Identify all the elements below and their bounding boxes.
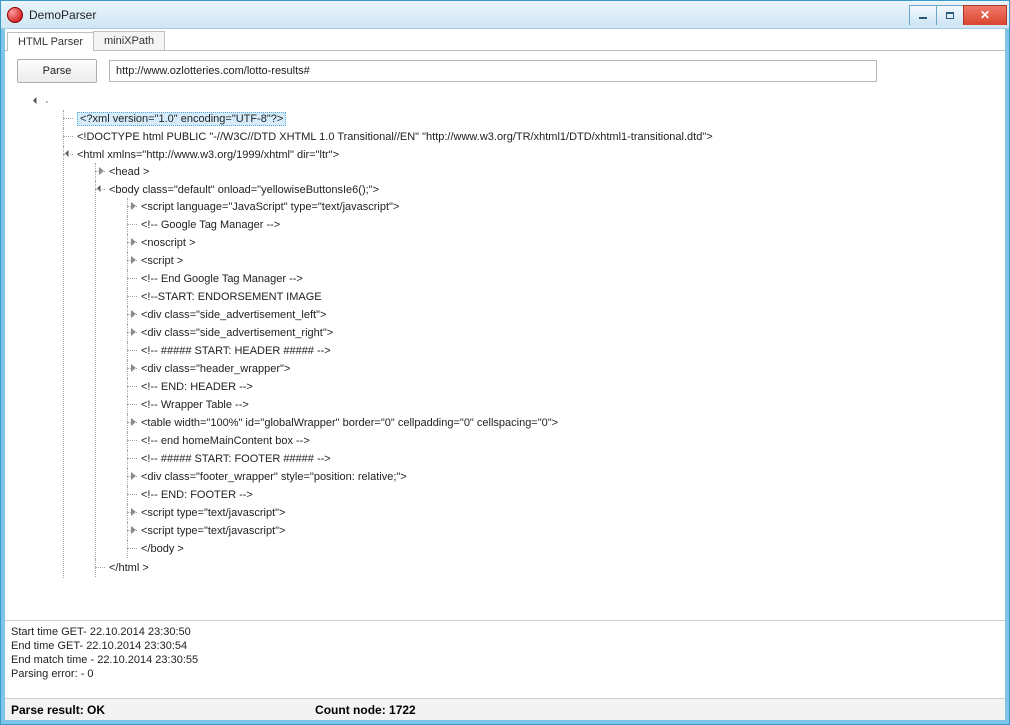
maximize-button[interactable] (936, 5, 964, 25)
expander-icon[interactable] (129, 328, 139, 338)
window-title: DemoParser (29, 8, 910, 22)
expander-icon[interactable] (129, 418, 139, 428)
app-window: DemoParser ✕ HTML Parser miniXPath Parse… (0, 0, 1010, 725)
tree-node[interactable]: <table width="100%" id="globalWrapper" b… (141, 417, 558, 429)
expander-icon[interactable] (129, 508, 139, 518)
titlebar[interactable]: DemoParser ✕ (1, 1, 1009, 29)
expander-icon[interactable] (129, 238, 139, 248)
toolbar: Parse http://www.ozlotteries.com/lotto-r… (5, 51, 1005, 89)
expander-icon[interactable] (65, 150, 75, 160)
tree-node[interactable]: <!-- ##### START: HEADER ##### --> (141, 345, 331, 357)
tree-view[interactable]: · <?xml version="1.0" encoding="UTF-8"?>… (5, 89, 1005, 620)
tab-html-parser[interactable]: HTML Parser (7, 32, 94, 51)
window-buttons: ✕ (910, 5, 1007, 25)
tree-node[interactable]: <!-- Google Tag Manager --> (141, 219, 280, 231)
tab-strip: HTML Parser miniXPath (5, 29, 1005, 51)
url-input[interactable]: http://www.ozlotteries.com/lotto-results… (109, 60, 877, 82)
tree-node[interactable]: <script type="text/javascript"> (141, 525, 285, 537)
tree-node[interactable]: <script type="text/javascript"> (141, 507, 285, 519)
log-output[interactable]: Start time GET- 22.10.2014 23:30:50 End … (5, 620, 1005, 698)
expander-icon[interactable] (97, 167, 107, 177)
status-count-node: Count node: 1722 (315, 703, 416, 717)
expander-icon[interactable] (97, 185, 107, 195)
tree-node[interactable]: <head > (109, 166, 149, 178)
expander-icon[interactable] (129, 526, 139, 536)
expander-icon[interactable] (129, 364, 139, 374)
client-area: HTML Parser miniXPath Parse http://www.o… (1, 29, 1009, 724)
tree-node[interactable]: <div class="side_advertisement_right"> (141, 327, 333, 339)
log-line: End time GET- 22.10.2014 23:30:54 (11, 639, 999, 653)
tree-node[interactable]: <noscript > (141, 237, 195, 249)
tree-node[interactable]: <!-- ##### START: FOOTER ##### --> (141, 453, 331, 465)
tree-node[interactable]: </html > (109, 562, 149, 574)
tree-node[interactable]: <html xmlns="http://www.w3.org/1999/xhtm… (77, 149, 339, 161)
close-icon: ✕ (980, 9, 990, 21)
tree-node[interactable]: <!DOCTYPE html PUBLIC "-//W3C//DTD XHTML… (77, 131, 713, 143)
expander-icon[interactable] (129, 472, 139, 482)
tree-node[interactable]: <body class="default" onload="yellowiseB… (109, 184, 379, 196)
app-icon (7, 7, 23, 23)
expander-icon[interactable] (129, 310, 139, 320)
tree-node[interactable]: <!-- END: FOOTER --> (141, 489, 253, 501)
tree-node[interactable]: <!-- end homeMainContent box --> (141, 435, 310, 447)
minimize-button[interactable] (909, 5, 937, 25)
log-line: Parsing error: - 0 (11, 667, 999, 681)
log-line: End match time - 22.10.2014 23:30:55 (11, 653, 999, 667)
tree-node[interactable]: <script > (141, 255, 183, 267)
minimize-icon (919, 17, 927, 19)
tree-node[interactable]: <div class="footer_wrapper" style="posit… (141, 471, 407, 483)
tree-node[interactable]: <!-- Wrapper Table --> (141, 399, 249, 411)
close-button[interactable]: ✕ (963, 5, 1007, 25)
expander-icon[interactable] (129, 202, 139, 212)
tree-node[interactable]: <!--START: ENDORSEMENT IMAGE (141, 291, 322, 303)
tree-node[interactable]: <div class="side_advertisement_left"> (141, 309, 326, 321)
tree-node[interactable]: <!-- End Google Tag Manager --> (141, 273, 303, 285)
tree-node[interactable]: <!-- END: HEADER --> (141, 381, 253, 393)
expander-icon[interactable] (33, 97, 43, 107)
tree-node[interactable]: <script language="JavaScript" type="text… (141, 201, 399, 213)
log-line: Start time GET- 22.10.2014 23:30:50 (11, 625, 999, 639)
tree-node[interactable]: <div class="header_wrapper"> (141, 363, 290, 375)
tree-node[interactable]: <?xml version="1.0" encoding="UTF-8"?> (77, 112, 286, 126)
tree-root[interactable]: · (45, 96, 49, 108)
tab-minixpath[interactable]: miniXPath (93, 31, 165, 50)
status-bar: Parse result: OK Count node: 1722 (5, 698, 1005, 720)
status-parse-result: Parse result: OK (11, 703, 105, 717)
parse-button[interactable]: Parse (17, 59, 97, 83)
maximize-icon (946, 12, 954, 19)
expander-icon[interactable] (129, 256, 139, 266)
tree-node[interactable]: </body > (141, 543, 184, 555)
